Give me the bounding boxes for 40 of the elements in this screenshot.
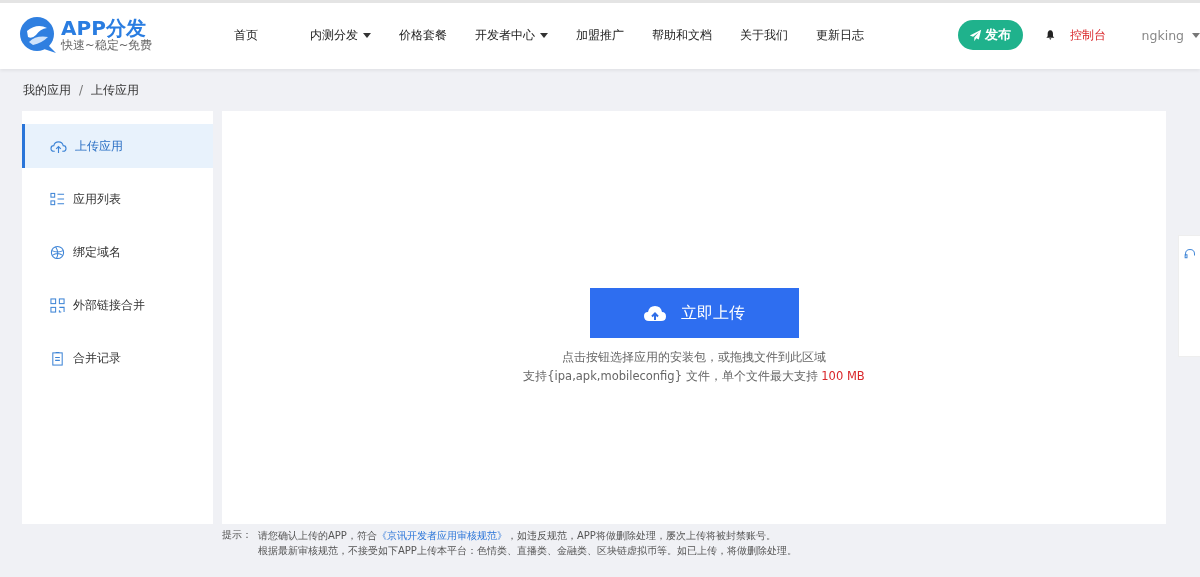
sidebar-item[interactable]: 合并记录 (22, 336, 213, 380)
nav-link[interactable]: 内测分发 (295, 26, 385, 44)
bell-icon[interactable] (1044, 29, 1056, 41)
nav-link[interactable]: 关于我们 (725, 26, 802, 44)
nav-link[interactable]: 价格套餐 (384, 26, 461, 44)
tips-label: 提示： (222, 528, 252, 542)
nav-link[interactable]: 开发者中心 (460, 26, 562, 44)
breadcrumb-link[interactable]: 上传应用 (91, 81, 140, 99)
file-limit-text: 支持{ipa,apk,mobileconfig} 文件，单个文件最大支持 100 MB (523, 368, 865, 385)
nav-link[interactable]: 加盟推广 (561, 26, 638, 44)
guidelines-link[interactable]: 《京讯开发者应用审核规范》 (376, 530, 507, 541)
logo-icon (18, 15, 58, 55)
nav-link[interactable]: 首页 (219, 26, 296, 44)
sidebar-item[interactable]: 上传应用 (22, 124, 213, 168)
list-icon (50, 191, 65, 207)
grid-icon (50, 297, 65, 313)
upload-hint: 点击按钮选择应用的安装包，或拖拽文件到此区域 (562, 349, 826, 366)
sidebar-item[interactable]: 应用列表 (22, 177, 213, 221)
caret-icon (1192, 32, 1200, 38)
sidebar-item[interactable]: 外部链接合并 (22, 283, 213, 327)
upload-button[interactable]: 立即上传 (589, 288, 799, 338)
logo-title: APP分发 (61, 18, 146, 40)
user-menu[interactable]: ngking (1141, 27, 1200, 43)
nav-link[interactable]: 更新日志 (801, 26, 878, 44)
breadcrumb-separator: / (79, 83, 84, 97)
console-link[interactable]: 控制台 (1069, 27, 1106, 43)
globe-icon (50, 244, 65, 260)
caret-icon (539, 32, 548, 38)
tip-text: 请您确认上传的APP，符合《京讯开发者应用审核规范》，如违反规范，APP将做删除处理，屡次上传将被封禁账号。 (258, 529, 777, 543)
clipboard-icon (50, 350, 65, 366)
logo-slogan: 快速~稳定~免费 (61, 39, 153, 52)
caret-icon (362, 32, 371, 38)
tip-text: 根据最新审核规范，不接受如下APP上传本平台：色情类、直播类、金融类、区块链虚拟币等。如已上传，将做删除处理。 (258, 544, 797, 558)
cloud-upload-icon (50, 138, 67, 154)
nav-link[interactable]: 帮助和文档 (637, 26, 726, 44)
sidebar-item[interactable]: 绑定域名 (22, 230, 213, 274)
cloud-upload-icon (643, 304, 667, 322)
breadcrumb-link[interactable]: 我的应用 (23, 81, 71, 99)
headset-icon (1183, 248, 1196, 260)
paper-plane-icon (969, 28, 983, 42)
